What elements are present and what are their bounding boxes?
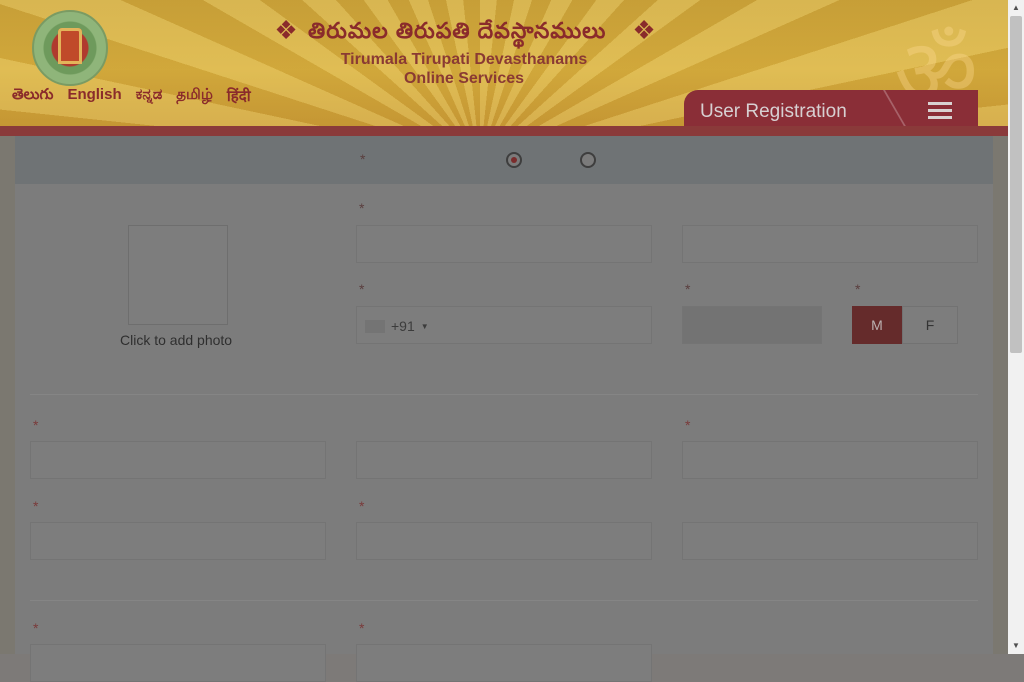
tab-divider [883,90,967,126]
option-radio-2[interactable] [580,152,596,168]
section-divider [30,600,978,601]
section-divider [30,394,978,395]
site-title-english: Tirumala Tirupati Devasthanams Online Se… [0,50,928,88]
id-proof-number-field[interactable] [356,644,652,682]
photo-upload-box[interactable] [128,225,228,325]
gender-male-button[interactable]: M [852,306,902,344]
photo-upload-label[interactable]: Click to add photo [120,332,232,348]
state-field[interactable] [30,522,326,560]
language-switcher: తెలుగు English ಕನ್ನಡ தமிழ் हिंदी [12,86,251,107]
page-background: * Click to add photo * * +91 ▼ * * M F * [0,136,1008,682]
required-marker: * [360,151,366,167]
lang-hindi[interactable]: हिंदी [227,86,251,107]
flag-icon [365,319,385,333]
pincode-field[interactable] [356,522,652,560]
ornament-left-icon: ❖ [274,15,298,45]
menu-icon[interactable] [928,102,952,123]
section-title: User Registration [700,101,847,122]
last-name-field[interactable] [682,225,978,263]
required-marker: * [33,620,39,636]
scrollbar-thumb[interactable] [1010,16,1022,353]
site-title-telugu: తిరుమల తిరుపతి దేవస్థానములు [308,18,607,43]
section-tab: User Registration [684,90,978,126]
required-marker: * [359,281,365,297]
required-marker: * [855,281,861,297]
site-title-line1: Tirumala Tirupati Devasthanams [340,51,588,68]
site-header: ॐ ❖ తిరుమల తిరుపతి దేవస్థానములు ❖ Tiruma… [0,0,1008,126]
address-line2-field[interactable] [356,441,652,479]
header-bottom-bar [0,126,1008,136]
city-field[interactable] [682,441,978,479]
registration-form: * Click to add photo * * +91 ▼ * * M F * [15,136,993,682]
lang-tamil[interactable]: தமிழ் [176,86,213,107]
required-marker: * [359,498,365,514]
required-marker: * [685,417,691,433]
page-scrollbar[interactable]: ▲ ▼ [1008,0,1024,654]
address-line1-field[interactable] [30,441,326,479]
lang-telugu[interactable]: తెలుగు [12,86,53,107]
required-marker: * [33,417,39,433]
required-marker: * [685,281,691,297]
gender-female-button[interactable]: F [902,306,958,344]
lang-english[interactable]: English [67,86,121,107]
first-name-field[interactable] [356,225,652,263]
lang-kannada[interactable]: ಕನ್ನಡ [136,86,163,107]
option-radio-1[interactable] [506,152,522,168]
required-marker: * [33,498,39,514]
required-marker: * [359,620,365,636]
ornament-right-icon: ❖ [632,15,656,45]
id-proof-type-field[interactable] [30,644,326,682]
country-code-selector[interactable]: +91 ▼ [365,318,429,334]
scroll-down-icon[interactable]: ▼ [1008,638,1024,654]
mobile-number-field[interactable]: +91 ▼ [356,306,652,344]
country-field[interactable] [682,522,978,560]
country-code-value: +91 [391,318,415,334]
required-marker: * [359,200,365,216]
chevron-down-icon: ▼ [420,321,429,331]
dob-field[interactable] [682,306,822,344]
scroll-up-icon[interactable]: ▲ [1008,0,1024,16]
form-top-strip: * [15,136,993,184]
